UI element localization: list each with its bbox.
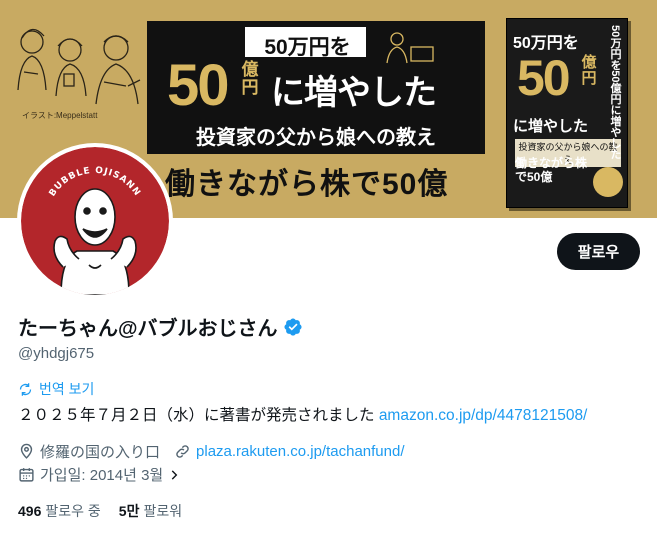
profile-meta-row-2: 가입일: 2014년 3월 — [18, 464, 200, 485]
display-name-row: たーちゃん@バブルおじさん — [18, 312, 303, 341]
location-text: 修羅の国の入り口 — [40, 444, 161, 461]
followers-stat[interactable]: 5만 팔로워 — [119, 501, 182, 521]
location-item: 修羅の国の入り口 — [18, 441, 160, 462]
website-link[interactable]: plaza.rakuten.co.jp/tachanfund/ — [196, 443, 404, 460]
profile-meta-row-1: 修羅の国の入り口 plaza.rakuten.co.jp/tachanfund/ — [18, 441, 419, 462]
following-stat[interactable]: 496 팔로우 중 — [18, 501, 101, 521]
investor-doodle-icon — [386, 32, 434, 64]
banner-headline-block: 50万円を 50 億円 に増やした 投資家の父から娘への教え — [147, 21, 485, 154]
translate-bio-link[interactable]: 번역 보기 — [18, 379, 94, 399]
display-name: たーちゃん@バブルおじさん — [18, 318, 278, 340]
translate-icon — [19, 382, 32, 396]
website-item[interactable]: plaza.rakuten.co.jp/tachanfund/ — [174, 443, 405, 460]
bubble-ojisann-avatar-icon: BUBBLE OJISANN — [21, 147, 169, 295]
illustration-credit: イラスト:Meppelstatt — [22, 111, 98, 120]
book-seal-icon — [593, 167, 623, 197]
headline-top: 50万円を — [264, 36, 351, 59]
headline-top-box: 50万円を — [243, 25, 368, 59]
book-unit: 億円 — [581, 54, 597, 87]
joined-text: 가입일: 2014년 3월 — [40, 467, 164, 484]
headline-subtitle: 投資家の父から娘への教え — [196, 127, 436, 149]
followers-count: 5만 — [118, 503, 140, 519]
verified-badge-icon[interactable] — [283, 317, 303, 337]
follow-stats: 496 팔로우 중 5만 팔로워 — [18, 501, 200, 521]
calendar-icon — [19, 468, 34, 482]
avatar[interactable]: BUBBLE OJISANN — [21, 147, 169, 295]
bio-amazon-link[interactable]: amazon.co.jp/dp/4478121508/ — [379, 407, 588, 424]
translate-label: 번역 보기 — [39, 381, 95, 397]
book-big-number: 50 — [517, 50, 571, 106]
book-work-line: 働きながら株で50億 — [515, 156, 588, 184]
headline-rest: に増やした — [271, 74, 437, 112]
book-spine: 50万円を50億円に増やした — [609, 25, 621, 160]
book-rest: に増やした — [513, 118, 589, 135]
following-label: 팔로우 중 — [45, 503, 101, 519]
user-handle: @yhdgj675 — [18, 345, 95, 362]
headline-unit: 億円 — [241, 60, 259, 97]
profile-bio: ２０２５年７月２日（水）に著書が発売されました amazon.co.jp/dp/… — [18, 403, 587, 425]
followers-label: 팔로워 — [143, 503, 183, 519]
chevron-right-icon — [171, 469, 178, 480]
book-cover: 50万円を 50 億円 に増やした 投資家の父から娘への教え 働きながら株で50… — [506, 18, 628, 208]
joined-item[interactable]: 가입일: 2014년 3월 — [18, 464, 186, 485]
banner-tagline: 働きながら株で50億 — [165, 168, 449, 201]
follow-button[interactable]: 팔로우 — [557, 233, 640, 270]
following-count: 496 — [18, 503, 42, 519]
bio-text: ２０２５年７月２日（水）に著書が発売されました — [18, 407, 379, 424]
family-sketch-illustration — [17, 28, 141, 105]
link-icon — [176, 445, 189, 458]
location-pin-icon — [20, 443, 33, 459]
headline-big-number: 50 — [167, 53, 229, 118]
